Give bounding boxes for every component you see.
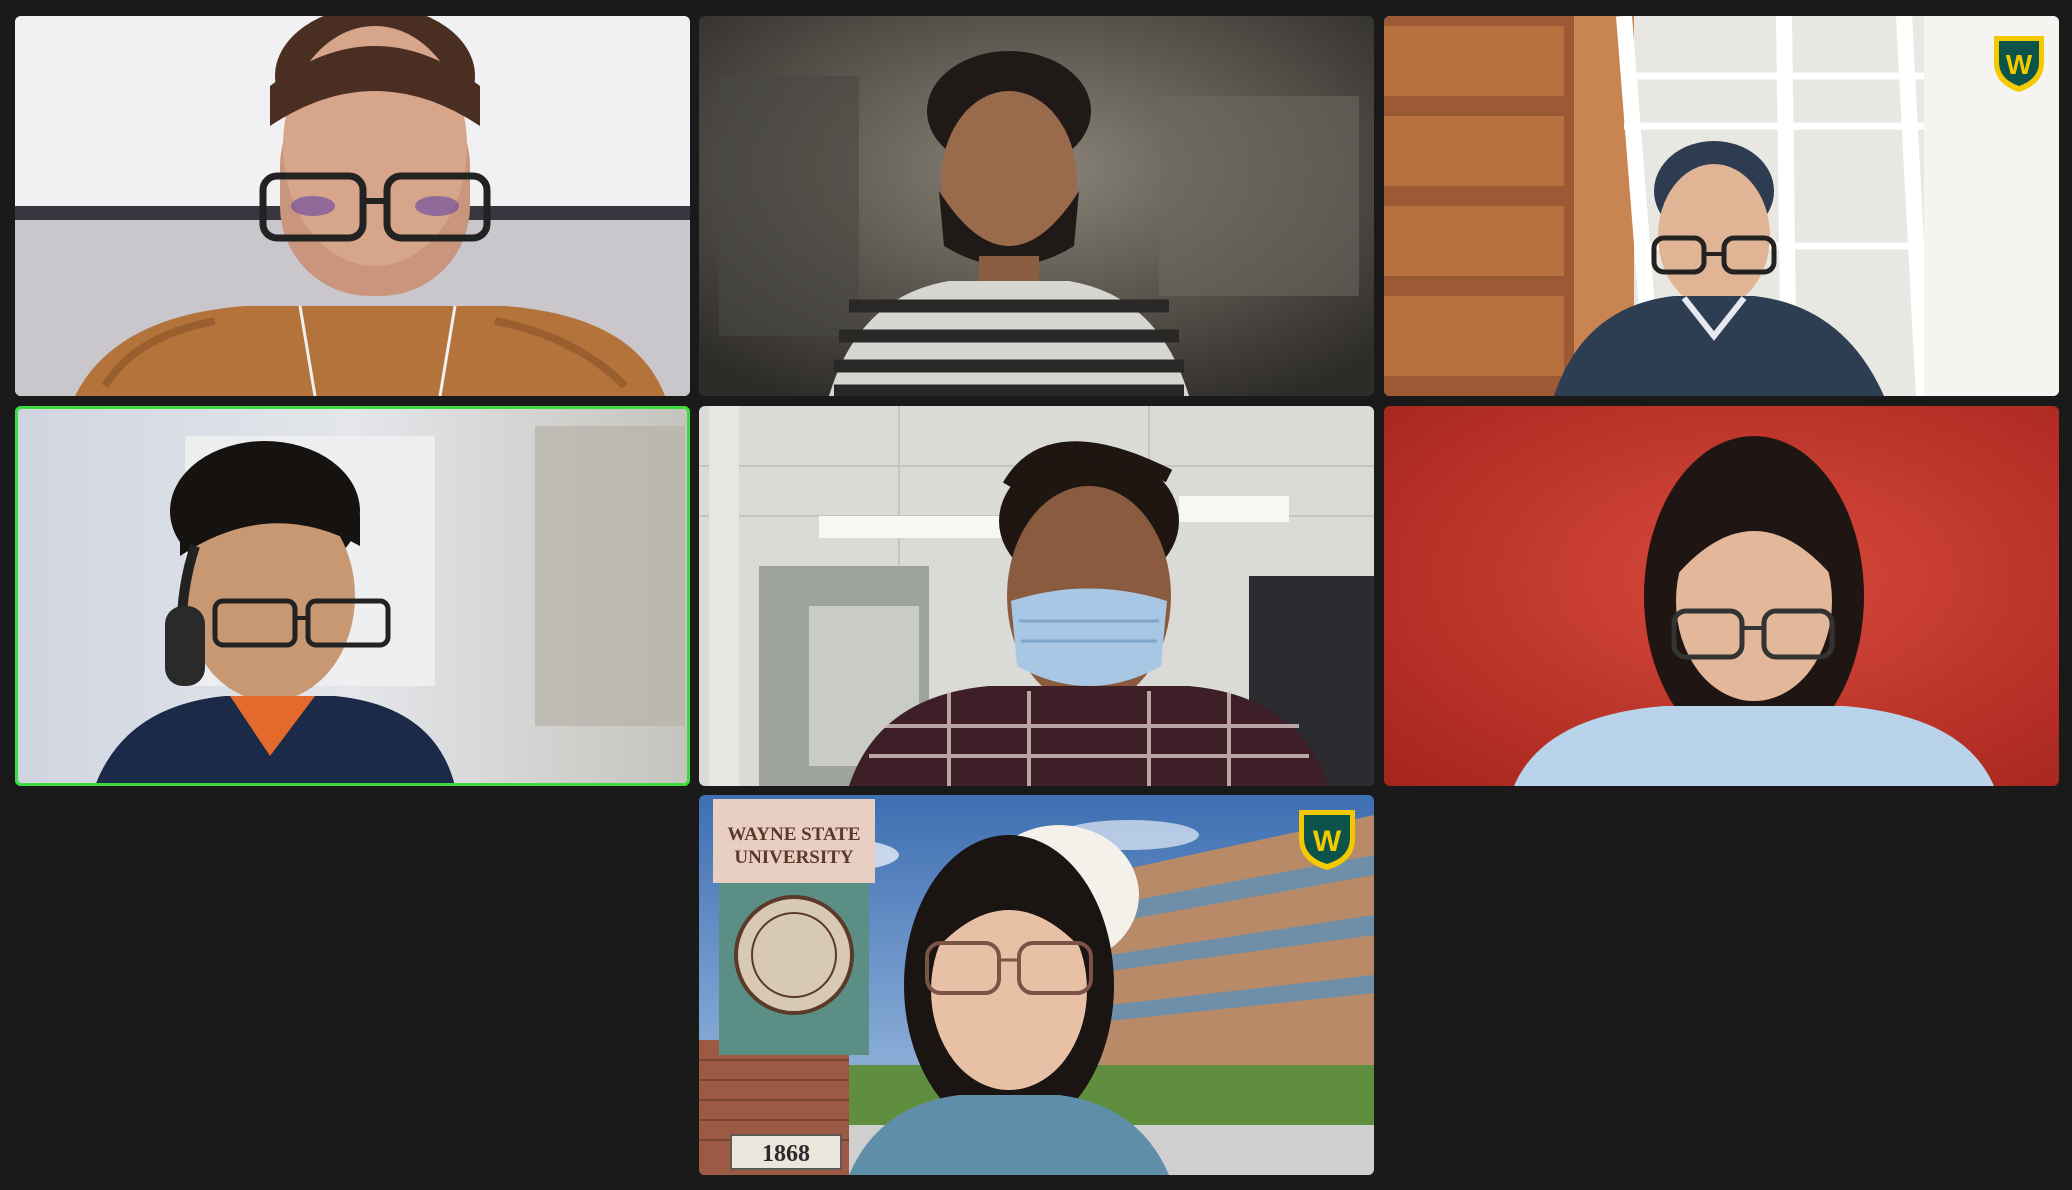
- participant-video: [15, 16, 690, 396]
- participant-video: [699, 406, 1374, 786]
- participant-video: [699, 16, 1374, 396]
- participant-video-tile[interactable]: W: [1384, 16, 2059, 396]
- participant-video-tile[interactable]: [15, 16, 690, 396]
- participant-video-tile[interactable]: WAYNE STATE UNIVERSITY 1868 W: [699, 795, 1374, 1175]
- active-speaker-video-tile[interactable]: [15, 406, 690, 786]
- video-gallery: W WAYNE STATE UNIVERSITY 1868 W: [0, 0, 2072, 1190]
- participant-video-tile[interactable]: [1384, 406, 2059, 786]
- campus-sign-line2: UNIVERSITY: [734, 847, 854, 868]
- participant-video-tile[interactable]: [699, 16, 1374, 396]
- participant-video-tile[interactable]: [699, 406, 1374, 786]
- participant-video: W: [1384, 16, 2059, 396]
- participant-video: [15, 406, 690, 786]
- participant-video: [1384, 406, 2059, 786]
- campus-sign-line1: WAYNE STATE: [727, 824, 860, 845]
- svg-text:W: W: [1313, 825, 1342, 858]
- participant-video: WAYNE STATE UNIVERSITY 1868 W: [699, 795, 1374, 1175]
- campus-sign-year: 1868: [762, 1141, 810, 1167]
- svg-text:W: W: [2006, 49, 2033, 80]
